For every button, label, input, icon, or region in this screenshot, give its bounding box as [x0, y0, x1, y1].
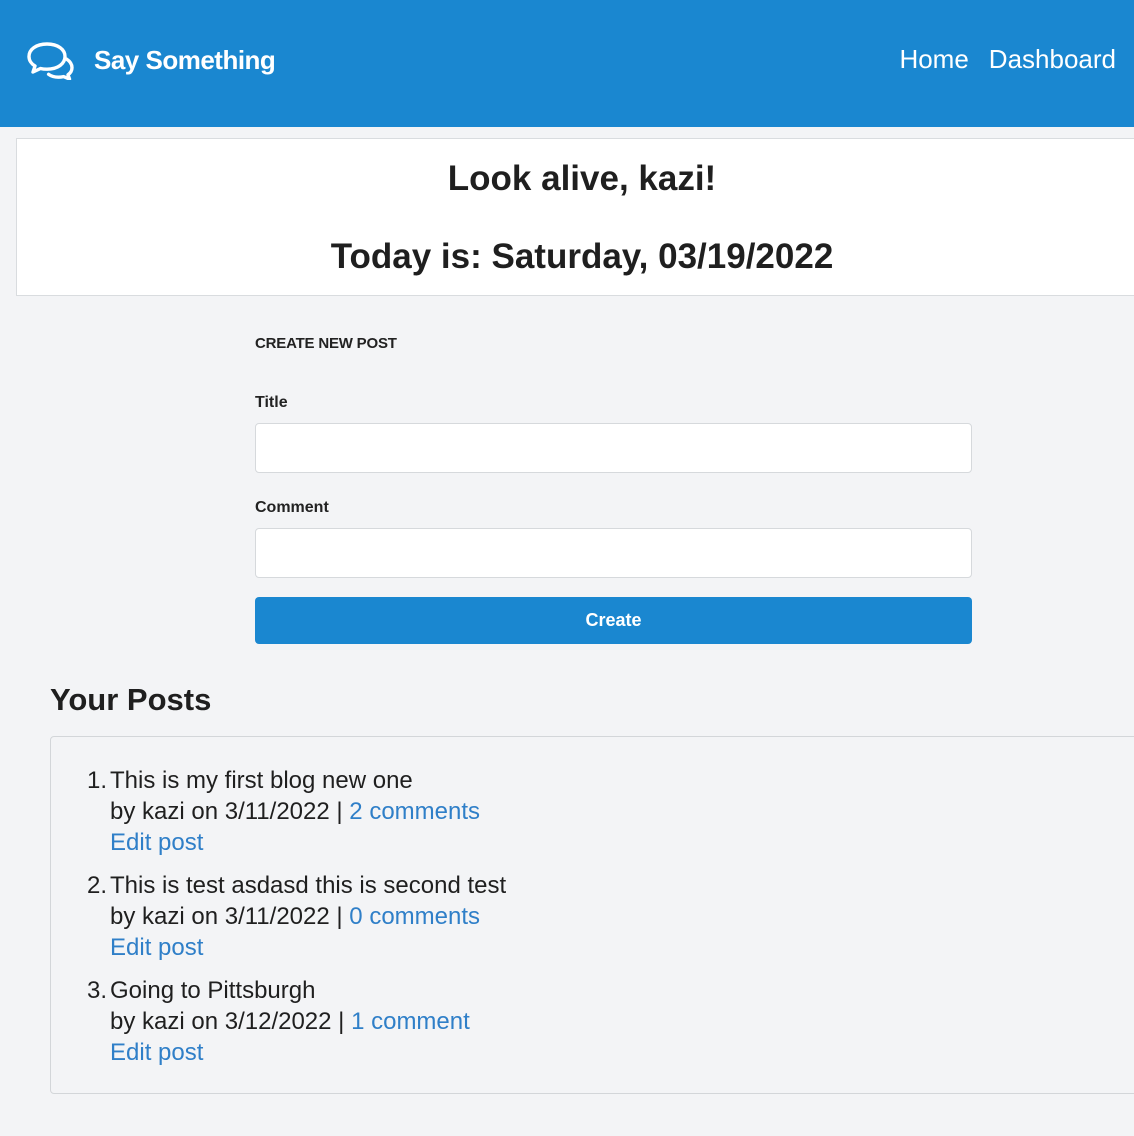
post-title: This is test asdasd this is second test	[110, 872, 507, 899]
post-item: 3. Going to Pittsburgh by kazi on 3/12/2…	[87, 975, 506, 1068]
post-title: This is my first blog new one	[110, 767, 413, 794]
top-navbar: Say Something Home Dashboard	[0, 0, 1134, 127]
edit-post-link[interactable]: Edit post	[110, 1037, 470, 1068]
today-date: Today is: Saturday, 03/19/2022	[330, 237, 834, 276]
post-body: This is test asdasd this is second test …	[110, 870, 506, 963]
comments-link[interactable]: 0 comments	[349, 903, 480, 930]
post-meta: by kazi on 3/11/2022 | 2 comments	[110, 796, 480, 827]
comment-label: Comment	[255, 499, 329, 516]
edit-post-link[interactable]: Edit post	[110, 932, 506, 963]
title-label: Title	[255, 394, 288, 411]
post-title: Going to Pittsburgh	[110, 977, 316, 1004]
comments-link[interactable]: 1 comment	[351, 1008, 470, 1035]
nav-home-link[interactable]: Home	[899, 44, 968, 75]
post-item: 1. This is my first blog new one by kazi…	[87, 765, 506, 858]
post-item: 2. This is test asdasd this is second te…	[87, 870, 506, 963]
create-button[interactable]: Create	[255, 597, 972, 644]
post-number: 3.	[87, 977, 108, 1004]
post-body: Going to Pittsburgh by kazi on 3/12/2022…	[110, 975, 470, 1068]
post-meta: by kazi on 3/12/2022 | 1 comment	[110, 1006, 470, 1037]
main-nav: Home Dashboard	[879, 44, 1116, 75]
post-byline: by kazi on 3/11/2022 |	[110, 903, 350, 930]
post-meta: by kazi on 3/11/2022 | 0 comments	[110, 901, 506, 932]
create-post-form: Create New Post Title Comment Create	[255, 330, 972, 644]
brand-name: Say Something	[94, 44, 276, 75]
create-post-heading: Create New Post	[255, 335, 397, 352]
edit-post-link[interactable]: Edit post	[110, 827, 480, 858]
your-posts-heading: Your Posts	[50, 682, 212, 717]
nav-dashboard-link[interactable]: Dashboard	[989, 44, 1116, 75]
post-byline: by kazi on 3/11/2022 |	[110, 798, 350, 825]
chat-bubbles-icon	[27, 42, 74, 80]
post-number: 1.	[87, 767, 108, 794]
post-byline: by kazi on 3/12/2022 |	[110, 1008, 352, 1035]
title-input[interactable]	[255, 423, 972, 473]
posts-list: 1. This is my first blog new one by kazi…	[87, 765, 506, 1080]
post-number: 2.	[87, 872, 108, 899]
comments-link[interactable]: 2 comments	[349, 798, 480, 825]
greeting-panel: Look alive, kazi! Today is: Saturday, 03…	[16, 138, 1134, 296]
posts-panel: 1. This is my first blog new one by kazi…	[50, 736, 1134, 1094]
greeting-title: Look alive, kazi!	[447, 159, 717, 198]
post-body: This is my first blog new one by kazi on…	[110, 765, 480, 858]
brand-link[interactable]: Say Something	[26, 40, 276, 80]
comment-input[interactable]	[255, 528, 972, 578]
